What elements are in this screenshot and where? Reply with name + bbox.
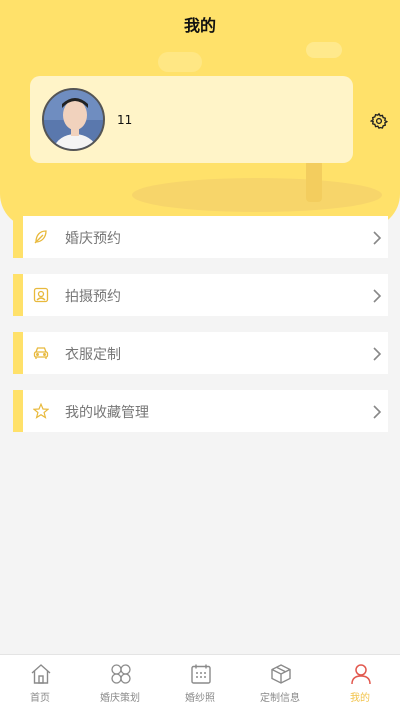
- menu-label: 婚庆预约: [65, 231, 121, 247]
- header-decoration: [158, 52, 202, 72]
- menu-item-favorites[interactable]: 我的收藏管理: [13, 390, 388, 432]
- tab-mine[interactable]: 我的: [320, 655, 400, 705]
- menu-label: 拍摄预约: [65, 289, 121, 305]
- username: 11: [117, 113, 133, 127]
- menu-item-photo-booking[interactable]: 拍摄预约: [13, 274, 388, 316]
- tab-label: 首页: [30, 693, 50, 704]
- header-decoration: [132, 178, 382, 212]
- tab-label: 婚庆策划: [100, 693, 140, 704]
- star-icon: [32, 402, 50, 419]
- home-icon: [30, 663, 52, 685]
- leaf-icon: [33, 229, 49, 245]
- menu-label: 衣服定制: [65, 347, 121, 363]
- bottom-tab-bar: 首页 婚庆策划 婚纱照 定制信息 我的: [0, 654, 400, 705]
- calendar-icon: [190, 663, 212, 685]
- avatar[interactable]: [42, 88, 105, 151]
- settings-gear-icon[interactable]: [369, 112, 389, 130]
- tab-home[interactable]: 首页: [0, 655, 80, 705]
- car-icon: [33, 345, 49, 361]
- portrait-icon: [33, 287, 49, 303]
- chevron-right-icon: [372, 346, 382, 361]
- menu-item-clothing-custom[interactable]: 衣服定制: [13, 332, 388, 374]
- chevron-right-icon: [372, 230, 382, 245]
- tab-label: 我的: [350, 693, 370, 704]
- menu-accent-bar: [13, 216, 23, 258]
- tab-wedding-photos[interactable]: 婚纱照: [160, 655, 240, 705]
- page-title: 我的: [183, 16, 216, 35]
- menu-item-wedding-booking[interactable]: 婚庆预约: [13, 216, 388, 258]
- menu-label: 我的收藏管理: [65, 405, 149, 421]
- tab-wedding-planning[interactable]: 婚庆策划: [80, 655, 160, 705]
- header-decoration: [306, 160, 322, 202]
- tab-label: 婚纱照: [185, 693, 215, 704]
- profile-card[interactable]: 11: [30, 76, 353, 163]
- chevron-right-icon: [372, 404, 382, 419]
- person-icon: [350, 663, 372, 685]
- clover-icon: [110, 663, 132, 685]
- header-decoration: [306, 42, 342, 58]
- menu-accent-bar: [13, 274, 23, 316]
- tab-custom-info[interactable]: 定制信息: [240, 655, 320, 705]
- box-icon: [270, 663, 292, 685]
- menu-accent-bar: [13, 332, 23, 374]
- tab-label: 定制信息: [260, 693, 300, 704]
- menu-accent-bar: [13, 390, 23, 432]
- chevron-right-icon: [372, 288, 382, 303]
